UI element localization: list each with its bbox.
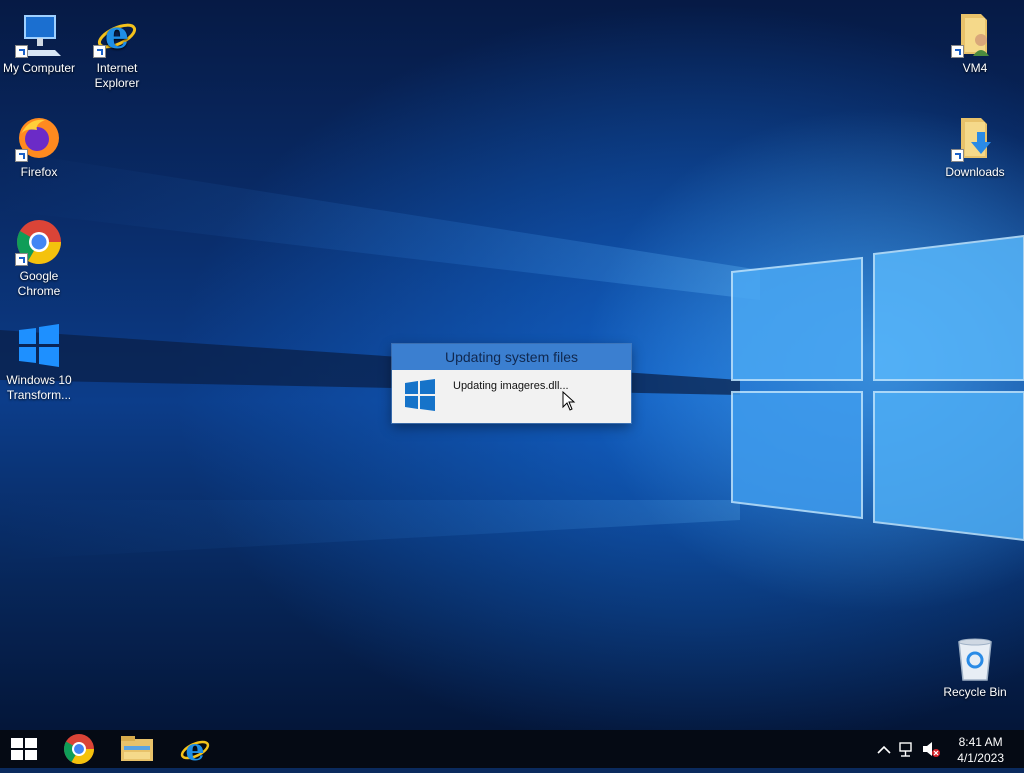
desktop-icon-label: My Computer (2, 61, 76, 75)
desktop-icon-windows10-transform[interactable]: Windows 10 Transform... (0, 316, 78, 403)
mouse-cursor-icon (562, 390, 576, 416)
volume-tray-button[interactable] (920, 730, 942, 768)
clock-date: 4/1/2023 (957, 751, 1004, 765)
user-folder-icon (951, 10, 999, 58)
network-icon (899, 742, 912, 757)
desktop-icon-vm4[interactable]: VM4 (936, 4, 1014, 76)
internet-explorer-icon: e (93, 10, 141, 58)
taskbar-chrome-button[interactable] (56, 730, 102, 768)
shortcut-arrow-icon (15, 149, 28, 162)
computer-icon (15, 10, 63, 58)
svg-text:e: e (185, 733, 204, 768)
desktop-icon-firefox[interactable]: Firefox (0, 108, 78, 180)
chevron-up-icon (877, 745, 891, 754)
volume-muted-icon (923, 742, 940, 757)
svg-text:e: e (105, 12, 129, 57)
chrome-icon (63, 734, 94, 765)
desktop-icon-internet-explorer[interactable]: e Internet Explorer (78, 4, 156, 91)
desktop-icon-label: Windows 10 Transform... (6, 373, 72, 402)
desktop-icon-google-chrome[interactable]: Google Chrome (0, 212, 78, 299)
internet-explorer-icon: e (180, 733, 210, 768)
desktop-icon-label: Downloads (945, 165, 1005, 179)
taskbar-clock[interactable]: 8:41 AM 4/1/2023 (957, 734, 1004, 766)
start-windows-icon (11, 738, 37, 760)
taskbar: e 8:41 AM 4/1/2023 (0, 730, 1024, 768)
update-dialog: Updating system files Updating imageres.… (392, 344, 631, 423)
taskbar-internet-explorer-button[interactable]: e (172, 730, 218, 768)
desktop-icon-recycle-bin[interactable]: Recycle Bin (936, 628, 1014, 700)
desktop-icon-my-computer[interactable]: My Computer (0, 4, 78, 76)
dialog-title: Updating system files (392, 344, 631, 370)
dialog-message: Updating imageres.dll... (453, 380, 569, 392)
firefox-icon (15, 114, 63, 162)
desktop-icon-label: Google Chrome (17, 269, 61, 298)
desktop-icon-label: VM4 (962, 61, 988, 75)
shortcut-arrow-icon (15, 253, 28, 266)
shortcut-arrow-icon (93, 45, 106, 58)
dialog-body: Updating imageres.dll... (392, 370, 631, 423)
downloads-folder-icon (951, 114, 999, 162)
windows-logo-icon (15, 322, 63, 370)
desktop-icon-label: Internet Explorer (94, 61, 140, 90)
shortcut-arrow-icon (951, 149, 964, 162)
shortcut-arrow-icon (15, 45, 28, 58)
desktop-icon-downloads[interactable]: Downloads (936, 108, 1014, 180)
start-button[interactable] (0, 730, 48, 768)
desktop-icon-label: Firefox (20, 165, 58, 179)
windows-logo-icon (405, 379, 435, 416)
network-tray-button[interactable] (896, 730, 918, 768)
taskbar-file-explorer-button[interactable] (114, 730, 160, 768)
desktop-icon-label: Recycle Bin (943, 685, 1007, 699)
shortcut-arrow-icon (951, 45, 964, 58)
recycle-bin-icon (951, 634, 999, 682)
clock-time: 8:41 AM (958, 735, 1003, 749)
chrome-icon (15, 218, 63, 266)
file-explorer-icon (121, 736, 153, 761)
show-hidden-icons-button[interactable] (874, 730, 894, 768)
